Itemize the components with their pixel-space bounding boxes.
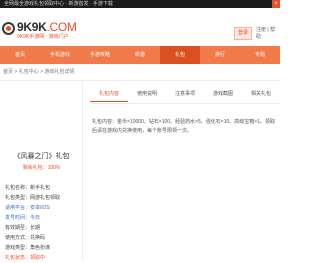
gift-sidebar: 《风暴之门》礼包 剩余礼包：100% 礼包名称：新手礼包 礼包类型：网游礼包领取… [0, 81, 83, 263]
main-nav: 首页 手机游戏 手游攻略 新游 礼包 排行 专题 [0, 46, 280, 64]
info-row-release[interactable]: 发号时间：今日 [5, 213, 83, 223]
site-header: 9K9K.COM 9K9K手游网 · 游戏门户 登录 注册 | 帮助 [0, 8, 280, 46]
tab-gift-content[interactable]: 礼包内容 [90, 88, 128, 102]
info-row-usage: 使用方式：兑换码 [5, 235, 46, 241]
nav-item-ranking[interactable]: 排行 [200, 46, 240, 64]
logo-subtitle: 9K9K手游网 · 游戏门户 [17, 34, 69, 40]
breadcrumb[interactable]: 首页 > 礼包中心 > 游戏礼包详情 [3, 69, 74, 76]
top-notice-bar: 全网最全游戏礼包领取中心 · 新游首发 · 手游下载 × [0, 0, 280, 8]
nav-item-new-games[interactable]: 新游 [120, 46, 160, 64]
site-logo[interactable]: 9K9K.COM [17, 21, 77, 33]
tab-usage[interactable]: 使用说明 [128, 88, 166, 102]
nav-item-gifts[interactable]: 礼包 [160, 46, 200, 64]
gift-info-list: 礼包名称：新手礼包 礼包类型：网游礼包领取 适用平台：安卓/iOS 发号时间：今… [5, 183, 83, 263]
login-button[interactable]: 登录 [234, 27, 252, 40]
tab-screenshots[interactable]: 游戏截图 [204, 88, 242, 102]
nav-item-guides[interactable]: 手游攻略 [80, 46, 120, 64]
nav-item-topics[interactable]: 专题 [240, 46, 280, 64]
tab-notes[interactable]: 注意事项 [166, 88, 204, 102]
info-row-name: 礼包名称：新手礼包 [5, 185, 51, 191]
logo-main-text: 9K9K [17, 20, 47, 34]
nav-item-home[interactable]: 首页 [0, 46, 40, 64]
logo-icon[interactable] [2, 22, 15, 35]
game-title: 《风暴之门》礼包 [13, 153, 70, 160]
info-row-type: 礼包类型：网游礼包领取 [5, 195, 61, 201]
close-icon[interactable]: × [272, 0, 280, 8]
info-row-platform[interactable]: 适用平台：安卓/iOS [5, 203, 83, 213]
tabs-divider [90, 103, 280, 104]
tab-related[interactable]: 相关礼包 [242, 88, 280, 102]
info-row-status[interactable]: 礼包状态：领取中 [5, 253, 83, 263]
info-row-expiry: 有效期至：长期 [5, 225, 41, 231]
logo-com-text: .COM [46, 20, 77, 34]
nav-item-mobile-games[interactable]: 手机游戏 [40, 46, 80, 64]
remaining-badge: 剩余礼包：100% [22, 165, 61, 171]
header-links[interactable]: 注册 | 帮助 [256, 27, 280, 41]
top-notice-text: 全网最全游戏礼包领取中心 · 新游首发 · 手游下载 [4, 1, 113, 7]
detail-tabs: 礼包内容 使用说明 注意事项 游戏截图 相关礼包 [90, 88, 280, 102]
info-row-genre: 游戏类型：角色扮演 [5, 245, 51, 251]
gift-description: 礼包内容：金币×10000、钻石×100、经验药水×5、强化石×10、高级宝箱×… [92, 119, 275, 134]
